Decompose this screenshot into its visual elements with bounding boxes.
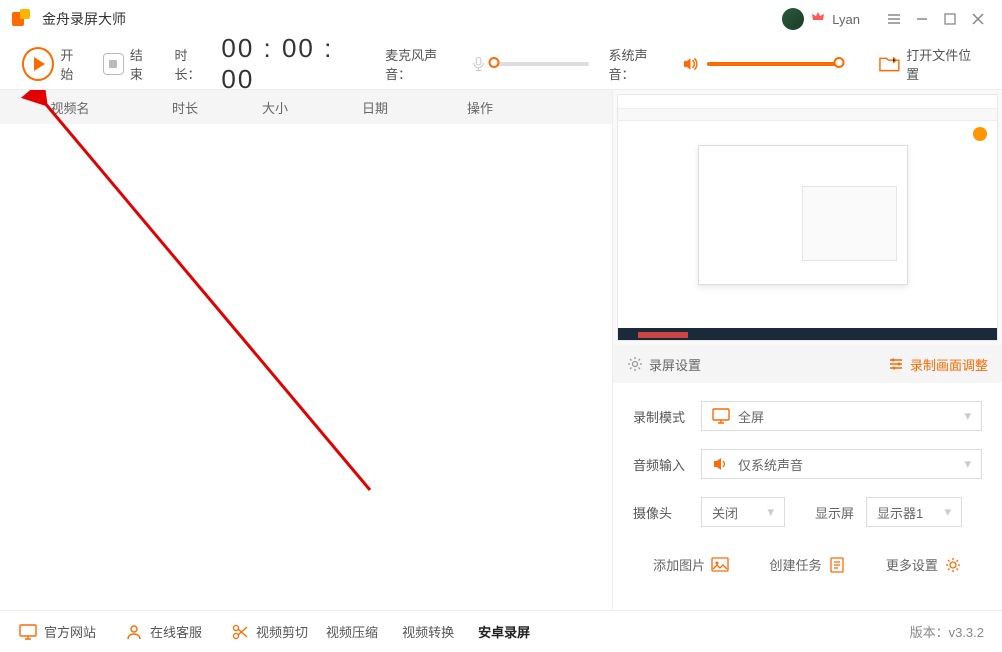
toolbar: 开始 结束 时长： 00 : 00 : 00 麦克风声音： 系统声音： 打开文件… <box>0 38 1002 90</box>
create-task-label: 创建任务 <box>769 555 821 574</box>
video-cut-label: 视频剪切 <box>256 622 308 641</box>
more-settings-label: 更多设置 <box>886 555 938 574</box>
monitor-footer-icon <box>18 622 38 642</box>
record-mode-value: 全屏 <box>738 407 764 426</box>
speaker-icon <box>682 55 699 73</box>
close-button[interactable] <box>964 5 992 33</box>
menu-button[interactable] <box>880 5 908 33</box>
version-label: 版本： <box>910 625 949 640</box>
start-label: 开始 <box>60 45 85 83</box>
chevron-down-icon: ▾ <box>767 504 774 520</box>
title-bar: 金舟录屏大师 Lyan <box>0 0 1002 38</box>
settings-panel: 录屏设置 录制画面调整 录制模式 全屏 ▾ 音频输入 仅系统声音 <box>612 90 1002 610</box>
customer-service-link[interactable]: 在线客服 <box>124 622 202 642</box>
audio-input-value: 仅系统声音 <box>738 455 803 474</box>
username-label[interactable]: Lyan <box>832 12 860 27</box>
vip-badge-icon <box>810 12 826 26</box>
chevron-down-icon: ▾ <box>964 408 971 424</box>
monitor-icon <box>712 407 730 425</box>
start-record-button[interactable] <box>22 47 54 81</box>
table-body <box>0 124 612 610</box>
mic-volume-slider[interactable] <box>494 62 589 66</box>
gear-icon <box>627 356 643 372</box>
sliders-icon <box>888 356 904 372</box>
stop-icon <box>109 60 117 68</box>
settings-title: 录屏设置 <box>649 355 701 374</box>
more-settings-button[interactable]: 更多设置 <box>886 555 962 574</box>
duration-label: 时长： <box>174 45 211 83</box>
image-icon <box>711 556 729 574</box>
settings-gear-icon <box>944 556 962 574</box>
recordings-panel: 视频名 时长 大小 日期 操作 <box>0 90 612 610</box>
camera-value: 关闭 <box>712 503 738 522</box>
footer: 官方网站 在线客服 视频剪切 视频压缩 视频转换 安卓录屏 版本：v3.3.2 <box>0 610 1002 652</box>
screen-preview <box>617 94 998 341</box>
task-icon <box>828 556 846 574</box>
app-title: 金舟录屏大师 <box>42 9 126 29</box>
th-action: 操作 <box>430 98 530 117</box>
chevron-down-icon: ▾ <box>944 504 951 520</box>
record-mode-label: 录制模式 <box>633 407 701 426</box>
timer-display: 00 : 00 : 00 <box>221 33 367 95</box>
th-date: 日期 <box>320 98 430 117</box>
mic-label: 麦克风声音： <box>385 45 459 83</box>
system-volume-slider[interactable] <box>707 62 839 66</box>
folder-icon <box>879 55 900 73</box>
maximize-button[interactable] <box>936 5 964 33</box>
minimize-button[interactable] <box>908 5 936 33</box>
add-image-label: 添加图片 <box>653 555 705 574</box>
end-label: 结束 <box>130 45 155 83</box>
display-value: 显示器1 <box>877 503 923 522</box>
version-info: 版本：v3.3.2 <box>910 622 984 641</box>
speaker-small-icon <box>712 455 730 473</box>
official-site-link[interactable]: 官方网站 <box>18 622 96 642</box>
android-record-link[interactable]: 安卓录屏 <box>478 622 530 641</box>
system-audio-label: 系统声音： <box>609 45 670 83</box>
camera-select[interactable]: 关闭 ▾ <box>701 497 785 527</box>
camera-label: 摄像头 <box>633 503 701 522</box>
preview-area <box>613 90 1002 345</box>
record-mode-select[interactable]: 全屏 ▾ <box>701 401 982 431</box>
display-select[interactable]: 显示器1 ▾ <box>866 497 962 527</box>
video-compress-link[interactable]: 视频压缩 <box>326 622 378 641</box>
official-label: 官方网站 <box>44 622 96 641</box>
create-task-button[interactable]: 创建任务 <box>769 555 845 574</box>
open-folder-button[interactable]: 打开文件位置 <box>906 45 980 83</box>
video-cut-link[interactable]: 视频剪切 <box>230 622 308 642</box>
adjust-screen-link[interactable]: 录制画面调整 <box>888 355 988 374</box>
adjust-label: 录制画面调整 <box>910 355 988 374</box>
user-avatar[interactable] <box>782 8 804 30</box>
audio-input-label: 音频输入 <box>633 455 701 474</box>
display-label: 显示屏 <box>815 503 854 522</box>
chevron-down-icon: ▾ <box>964 456 971 472</box>
microphone-icon <box>471 56 486 72</box>
app-logo-icon <box>10 7 34 31</box>
scissors-icon <box>230 622 250 642</box>
th-size: 大小 <box>230 98 320 117</box>
headset-icon <box>124 622 144 642</box>
add-image-button[interactable]: 添加图片 <box>653 555 729 574</box>
stop-record-button[interactable] <box>103 53 124 75</box>
settings-header: 录屏设置 录制画面调整 <box>613 345 1002 383</box>
table-header: 视频名 时长 大小 日期 操作 <box>0 90 612 124</box>
play-icon <box>34 57 45 71</box>
service-label: 在线客服 <box>150 622 202 641</box>
version-value: v3.3.2 <box>949 625 984 640</box>
video-convert-link[interactable]: 视频转换 <box>402 622 454 641</box>
th-name: 视频名 <box>0 98 140 117</box>
audio-input-select[interactable]: 仅系统声音 ▾ <box>701 449 982 479</box>
th-duration: 时长 <box>140 98 230 117</box>
